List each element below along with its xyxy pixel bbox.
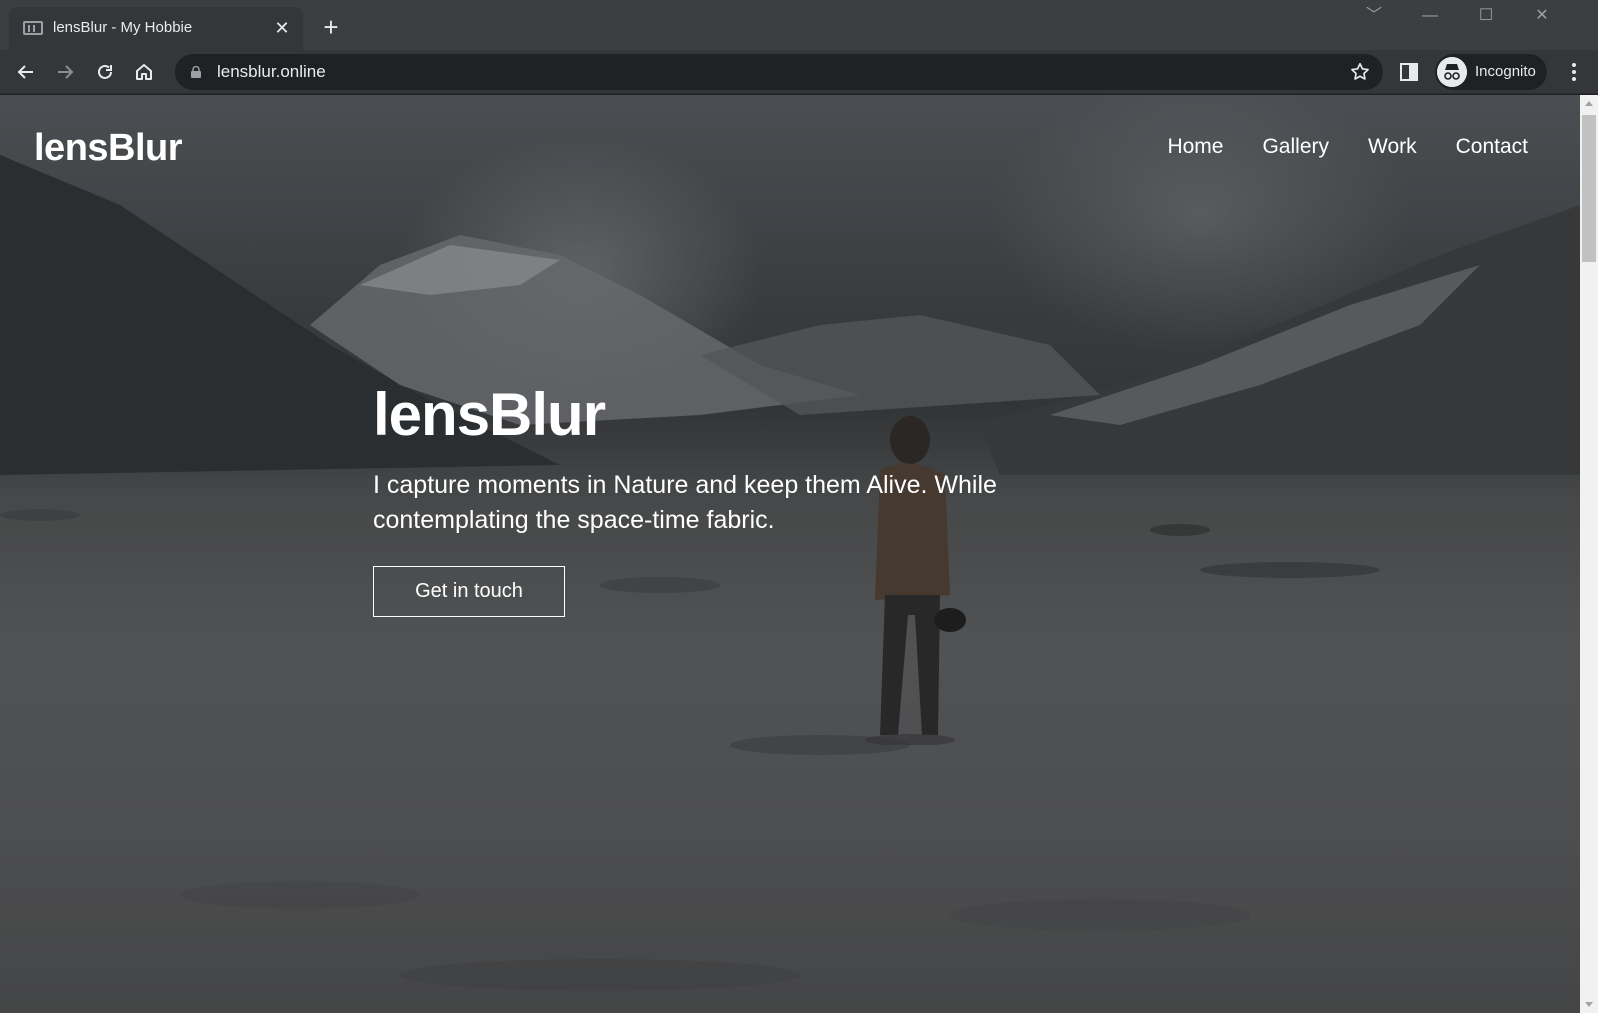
nav-link-gallery[interactable]: Gallery: [1262, 135, 1329, 159]
reload-icon: [98, 64, 112, 79]
back-button[interactable]: [10, 56, 42, 88]
forward-button[interactable]: [49, 56, 81, 88]
hero-section: lensBlur I capture moments in Nature and…: [373, 380, 1073, 617]
tab-strip: lensBlur - My Hobbie ✕ + ﹀ — ☐ ✕: [0, 0, 1598, 50]
bookmark-star-icon[interactable]: [1349, 61, 1371, 83]
forward-arrow-icon: [58, 65, 74, 79]
home-icon: [136, 64, 152, 80]
url-text[interactable]: lensblur.online: [217, 62, 326, 82]
vertical-scrollbar[interactable]: [1580, 95, 1598, 1013]
maximize-icon[interactable]: ☐: [1458, 0, 1514, 32]
minimize-icon[interactable]: —: [1402, 0, 1458, 32]
scroll-up-arrow-icon[interactable]: [1585, 101, 1593, 106]
tab-close-icon[interactable]: ✕: [271, 17, 293, 39]
web-page-viewport: lensBlur Home Gallery Work Contact lensB…: [0, 95, 1580, 1013]
hero-description: I capture moments in Nature and keep the…: [373, 471, 997, 534]
reload-button[interactable]: [89, 56, 121, 88]
nav-link-home[interactable]: Home: [1167, 135, 1223, 159]
new-tab-button[interactable]: +: [317, 14, 345, 42]
incognito-icon: [1437, 57, 1467, 87]
scroll-down-arrow-icon[interactable]: [1585, 1002, 1593, 1007]
kebab-menu-icon[interactable]: [1562, 60, 1586, 84]
incognito-label: Incognito: [1475, 63, 1536, 80]
get-in-touch-button[interactable]: Get in touch: [373, 566, 565, 617]
side-panel-icon[interactable]: [1400, 63, 1418, 81]
scrollbar-thumb[interactable]: [1582, 115, 1596, 262]
hero-title: lensBlur: [373, 381, 606, 448]
lock-icon: [191, 66, 201, 78]
browser-toolbar: lensblur.online Incognito: [0, 50, 1598, 94]
incognito-profile-button[interactable]: Incognito: [1435, 54, 1547, 90]
tab-search-icon[interactable]: ﹀: [1346, 0, 1402, 32]
address-bar[interactable]: lensblur.online: [175, 54, 1383, 90]
nav-link-work[interactable]: Work: [1368, 135, 1417, 159]
nav-link-contact[interactable]: Contact: [1456, 135, 1528, 159]
window-close-icon[interactable]: ✕: [1514, 0, 1570, 32]
main-nav: Home Gallery Work Contact: [1167, 135, 1528, 159]
browser-tab[interactable]: lensBlur - My Hobbie ✕: [9, 7, 303, 50]
back-arrow-icon: [17, 65, 33, 79]
tab-title: lensBlur - My Hobbie: [53, 19, 193, 36]
site-logo[interactable]: lensBlur: [34, 127, 183, 170]
site-favicon-icon: [23, 21, 43, 35]
home-button[interactable]: [128, 56, 160, 88]
